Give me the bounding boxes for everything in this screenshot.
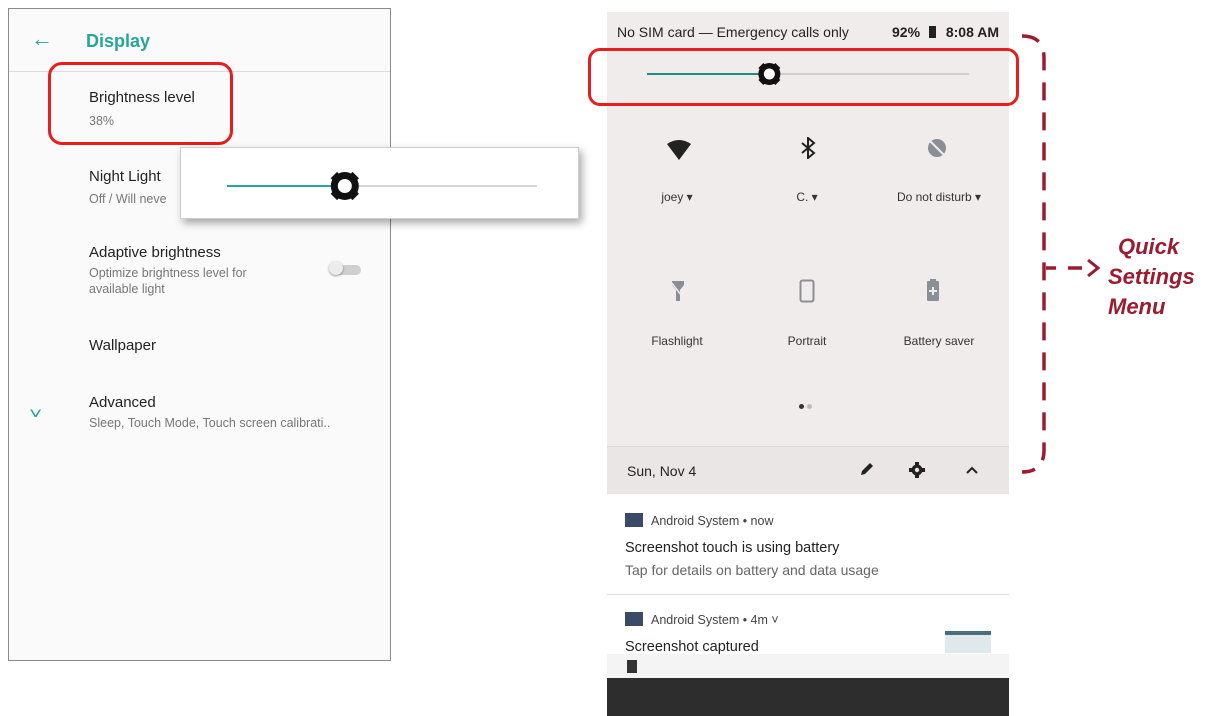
portrait-tile[interactable]: Portrait [757,274,857,354]
notification-icon-strip [607,654,1009,678]
adaptive-brightness-title: Adaptive brightness [89,244,221,261]
adaptive-brightness-summary-line1: Optimize brightness level for [89,266,247,280]
flashlight-label: Flashlight [651,334,703,348]
bluetooth-icon [801,137,816,159]
settings-gear-icon[interactable] [909,462,925,478]
notification-text: Tap for details on battery and data usag… [625,562,879,578]
page-dot-active [799,404,804,409]
annotation-line-2: Settings [1108,264,1195,289]
notification-title: Screenshot touch is using battery [625,540,840,556]
quick-settings-screen: No SIM card — Emergency calls only 92% 8… [607,12,1009,716]
sd-card-icon [627,660,637,673]
status-bar: No SIM card — Emergency calls only 92% 8… [607,12,1009,52]
edit-icon[interactable] [859,461,875,477]
android-system-icon [625,513,643,527]
battery-percent: 92% [892,24,921,40]
annotation-line-1: Quick [1118,234,1180,259]
notification-app-name: Android System • 4m ˅ [651,613,779,627]
do-not-disturb-tile[interactable]: Do not disturb ▾ [879,130,1009,220]
battery-saver-tile[interactable]: Battery saver [879,274,999,354]
collapse-chevron-icon[interactable] [966,465,978,475]
sim-status-text: No SIM card — Emergency calls only [617,24,849,40]
image-icon [625,612,643,626]
notification-card[interactable]: Android System • 4m ˅ Screenshot capture… [607,595,1009,654]
date-text: Sun, Nov 4 [627,463,697,479]
wifi-icon [667,140,691,160]
do-not-disturb-icon [928,139,946,157]
night-light-title: Night Light [89,168,161,185]
page-title: Display [86,31,151,51]
advanced-title: Advanced [89,394,156,411]
back-arrow-icon[interactable]: ← [31,27,53,51]
quick-settings-annotation: Quick Settings Menu [1108,232,1208,322]
brightness-slider[interactable] [181,148,580,220]
brightness-level-highlight-box [48,62,233,145]
status-right: 92% 8:08 AM [892,24,999,40]
notification-title: Screenshot captured [625,639,759,654]
portrait-label: Portrait [787,334,827,348]
flashlight-icon [671,281,685,301]
annotation-arrow-icon [1046,258,1101,278]
brightness-sun-icon[interactable] [330,171,359,201]
notification-list: Android System • now Screenshot touch is… [607,494,1009,654]
screenshot-thumbnail [945,631,991,653]
battery-saver-icon [927,279,939,301]
brightness-slider-highlight-box [588,48,1019,106]
page-indicator [799,404,819,410]
advanced-summary: Sleep, Touch Mode, Touch screen calibrat… [89,416,331,430]
adaptive-brightness-summary-line2: available light [89,282,165,296]
wallpaper-item[interactable]: Wallpaper [9,324,390,369]
notification-card[interactable]: Android System • now Screenshot touch is… [607,494,1009,594]
battery-saver-label: Battery saver [903,334,975,348]
clock-time: 8:08 AM [945,24,999,40]
wifi-tile[interactable]: joey ▾ [627,130,727,220]
bluetooth-tile-label[interactable]: C. ▾ [757,190,857,204]
annotation-line-3: Menu [1108,294,1166,319]
quick-settings-bracket [1022,34,1046,474]
home-screen-peek [607,678,1009,716]
flashlight-tile[interactable]: Flashlight [627,274,727,354]
toggle-thumb [329,261,343,275]
bluetooth-tile[interactable]: C. ▾ [757,130,857,220]
adaptive-brightness-toggle[interactable] [329,261,363,277]
night-light-summary: Off / Will neve [89,192,167,206]
advanced-item[interactable]: Advanced Sleep, Touch Mode, Touch screen… [9,379,390,439]
brightness-slider-popup [180,147,579,219]
do-not-disturb-tile-label[interactable]: Do not disturb ▾ [879,190,999,204]
battery-icon [928,26,936,38]
quick-settings-footer: Sun, Nov 4 [607,446,1009,495]
portrait-icon [799,279,815,303]
notification-app-name: Android System • now [651,514,774,528]
wallpaper-title: Wallpaper [89,337,156,354]
wifi-tile-label[interactable]: joey ▾ [627,190,727,204]
page-dot [807,404,812,409]
